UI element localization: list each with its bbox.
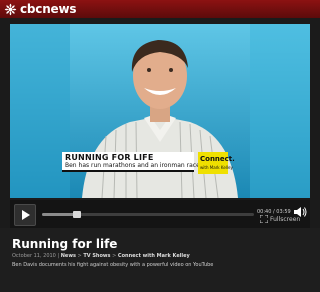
progress-scrubber[interactable] xyxy=(73,211,82,218)
meta-divider: | xyxy=(57,253,60,259)
video-description: Ben Davis documents his fight against ob… xyxy=(12,262,214,268)
play-button[interactable] xyxy=(14,204,36,226)
brand-wordmark: cbcnews xyxy=(20,2,77,16)
video-title: Running for life xyxy=(12,237,118,251)
breadcrumb-separator: > xyxy=(77,253,82,259)
breadcrumb-show[interactable]: Connect with Mark Kelley xyxy=(118,253,190,259)
lower-third-title: RUNNING FOR LIFE xyxy=(65,153,154,162)
video-page: cbcnews RUNNING FOR LIFE Ben has run mar… xyxy=(0,0,320,292)
video-frame[interactable]: RUNNING FOR LIFE Ben has run marathons a… xyxy=(10,24,310,198)
lower-third-caption: RUNNING FOR LIFE Ben has run marathons a… xyxy=(62,152,200,172)
video-meta: October 11, 2010 | News > TV Shows > Con… xyxy=(12,253,190,259)
play-icon xyxy=(22,210,30,220)
progress-track[interactable] xyxy=(42,211,254,218)
breadcrumb-tv-shows[interactable]: TV Shows xyxy=(83,253,110,259)
publish-date: October 11, 2010 xyxy=(12,253,56,259)
show-badge: Connect. with Mark Kelley xyxy=(198,152,235,174)
progress-fill xyxy=(42,213,78,216)
breadcrumb-news[interactable]: News xyxy=(61,253,76,259)
breadcrumb-separator: > xyxy=(112,253,117,259)
fullscreen-icon[interactable] xyxy=(260,215,268,223)
header-bar: cbcnews xyxy=(0,0,320,18)
player-controls: 00:40 / 03:59 xyxy=(10,200,310,228)
cbc-gem-icon xyxy=(4,3,17,15)
lower-third-subtitle: Ben has run marathons and an ironman rac… xyxy=(65,162,200,169)
fullscreen-button[interactable]: Fullscreen xyxy=(270,216,300,223)
show-badge-subtitle: with Mark Kelley xyxy=(200,165,233,170)
show-badge-title: Connect. xyxy=(200,155,235,163)
cbc-logo[interactable]: cbcnews xyxy=(4,2,77,16)
